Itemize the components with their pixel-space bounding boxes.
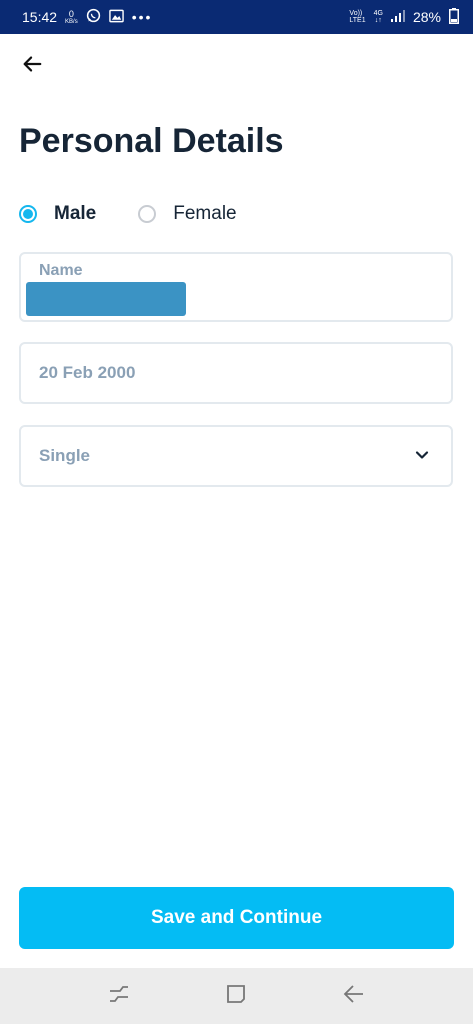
- marital-status-value: Single: [39, 446, 91, 465]
- more-dots-icon: •••: [131, 9, 153, 25]
- date-of-birth-value: 20 Feb 2000: [39, 363, 136, 382]
- gender-label-male: Male: [54, 203, 97, 224]
- name-field[interactable]: Name: [19, 252, 453, 322]
- system-nav-bar: [0, 968, 473, 1024]
- gender-option-female[interactable]: Female: [138, 203, 237, 225]
- save-and-continue-button[interactable]: Save and Continue: [19, 887, 454, 949]
- date-of-birth-field[interactable]: 20 Feb 2000: [19, 342, 453, 404]
- net-speed-indicator: 0 KB/s: [65, 8, 78, 25]
- radio-button-female[interactable]: [138, 205, 157, 223]
- volte-top-text: Vo)): [349, 10, 363, 17]
- status-time: 15:42: [22, 9, 58, 25]
- volte-bottom-text: LTE1: [349, 17, 366, 24]
- gallery-icon: [108, 9, 124, 26]
- recent-apps-button[interactable]: [99, 976, 139, 1016]
- recent-apps-icon: [108, 984, 130, 1009]
- volte-indicator: Vo)) LTE1: [349, 10, 365, 24]
- network-type-text: 4G: [373, 10, 383, 17]
- net-speed-value: 0: [68, 8, 74, 19]
- name-field-label: Name: [39, 262, 83, 279]
- radio-selected-dot: [23, 209, 33, 219]
- net-speed-unit: KB/s: [65, 18, 78, 25]
- home-icon: [226, 984, 246, 1009]
- arrow-left-icon: [21, 53, 43, 80]
- battery-icon: [449, 7, 459, 27]
- back-button[interactable]: [14, 50, 50, 82]
- network-arrows: ↓↑: [374, 17, 382, 24]
- radio-button-male[interactable]: [19, 205, 37, 223]
- back-icon: [343, 984, 365, 1009]
- status-bar-left: 15:42 0 KB/s •••: [22, 8, 152, 26]
- network-type-indicator: 4G ↓↑: [374, 10, 383, 24]
- home-button[interactable]: [216, 976, 256, 1016]
- gender-radio-group: Male Female: [19, 203, 237, 225]
- battery-percent: 28%: [412, 9, 441, 25]
- status-bar: 15:42 0 KB/s ••• Vo)) LTE1 4G ↓↑ 28%: [0, 0, 473, 34]
- status-bar-right: Vo)) LTE1 4G ↓↑ 28%: [349, 7, 459, 27]
- gender-option-male[interactable]: Male: [19, 203, 96, 225]
- name-value-redacted: [26, 282, 186, 316]
- whatsapp-icon: [86, 8, 101, 26]
- nav-back-button[interactable]: [334, 976, 374, 1016]
- page-title: Personal Details: [19, 122, 284, 160]
- marital-status-select[interactable]: Single: [19, 425, 453, 487]
- signal-icon: [390, 9, 405, 25]
- chevron-down-icon: [415, 447, 429, 465]
- gender-label-female: Female: [173, 203, 237, 224]
